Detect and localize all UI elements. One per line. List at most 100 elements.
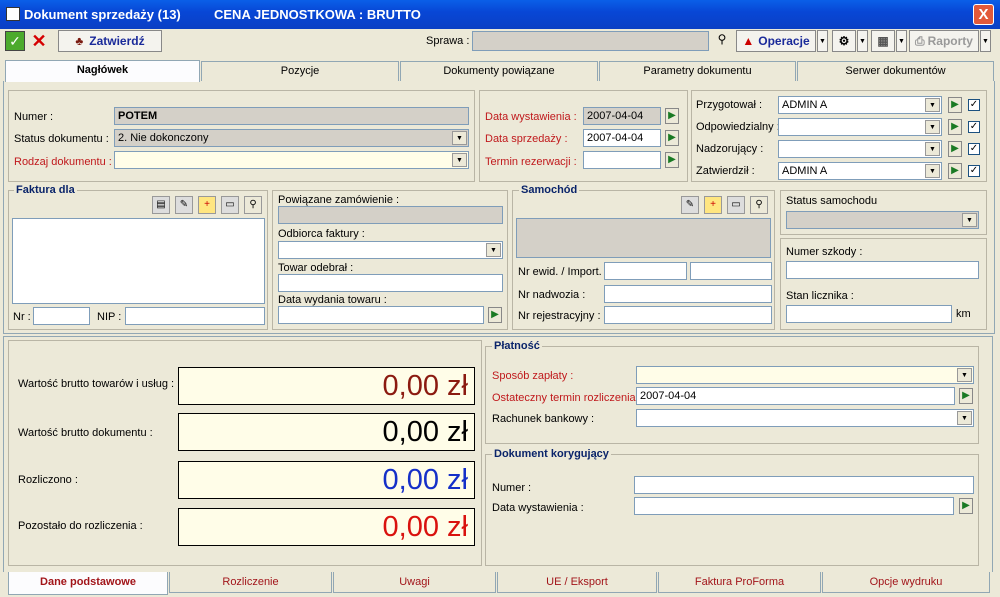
koryg-numer-label: Numer : [492,482,532,494]
tab-ue-eksport[interactable]: UE / Eksport [497,572,657,593]
tab-serwer[interactable]: Serwer dokumentów [797,61,994,81]
przygotowal-checkbox[interactable]: ✓ [968,99,980,111]
arrow-right-icon[interactable]: ▶ [959,388,973,404]
person-value: ADMIN A [782,165,828,177]
towar-field[interactable] [278,274,503,292]
arrow-right-icon[interactable]: ▶ [665,130,679,146]
km-label: km [956,308,971,320]
triangle-up-icon: ▲ [742,34,755,48]
licznik-label: Stan licznika : [786,290,854,302]
edit-icon[interactable]: ✎ [175,196,193,214]
arrow-right-icon[interactable]: ▶ [948,163,962,179]
title-bar: Dokument sprzedaży (13) CENA JEDNOSTKOWA… [0,0,1000,29]
zatwierdzil-checkbox[interactable]: ✓ [968,165,980,177]
nadzorujacy-select[interactable]: ▼ [778,140,942,158]
tab-uwagi[interactable]: Uwagi [333,572,496,593]
ewid-field[interactable] [604,262,687,280]
chevron-down-icon: ▼ [486,243,501,257]
data-wydania-field[interactable] [278,306,484,324]
gear-dropdown[interactable]: ▼ [857,30,868,52]
odpowiedzialny-select[interactable]: ▼ [778,118,942,136]
pozostalo-label: Pozostało do rozliczenia : [18,520,143,532]
arrow-right-icon[interactable]: ▶ [959,498,973,514]
sposob-label: Sposób zapłaty : [492,370,574,382]
rejestr-label: Nr rejestracyjny : [518,310,601,322]
add-icon[interactable]: + [198,196,216,214]
tab-faktura-proforma[interactable]: Faktura ProForma [658,572,821,593]
nadwozie-field[interactable] [604,285,772,303]
tab-rozliczenie[interactable]: Rozliczenie [169,572,332,593]
add-icon[interactable]: + [704,196,722,214]
tab-pozycje[interactable]: Pozycje [201,61,399,81]
operacje-button[interactable]: ▲ Operacje [736,30,816,52]
search-icon[interactable]: ⚲ [750,196,768,214]
rachunek-select[interactable]: ▼ [636,409,974,427]
check-icon[interactable]: ✓ [5,31,25,51]
open-icon[interactable]: ▭ [727,196,745,214]
edit-icon[interactable]: ✎ [681,196,699,214]
stamp-icon: ♣ [75,34,84,48]
faktura-list[interactable] [12,218,265,304]
tab-dokumenty[interactable]: Dokumenty powiązane [400,61,598,81]
arrow-right-icon[interactable]: ▶ [948,97,962,113]
tab-naglowek[interactable]: Nagłówek [5,60,200,82]
folder-icon[interactable]: ▤ [152,196,170,214]
samochod-field[interactable] [516,218,771,258]
koryg-data-field[interactable] [634,497,954,515]
status-select[interactable]: 2. Nie dokonczony ▼ [114,129,469,147]
odbiorca-select[interactable]: ▼ [278,241,503,259]
numer-field[interactable]: POTEM [114,107,469,125]
gear-icon[interactable]: ⚙ [832,30,856,52]
person-label: Nadzorujący : [696,143,764,155]
window-subtitle: CENA JEDNOSTKOWA : BRUTTO [214,7,421,22]
raporty-button[interactable]: ⎙ Raporty [909,30,979,52]
confirm-button[interactable]: ♣ Zatwierdź [58,30,162,52]
termin-field[interactable]: 2007-04-04 [636,387,955,405]
przygotowal-select[interactable]: ADMIN A ▼ [778,96,942,114]
search-icon[interactable]: ⚲ [712,32,732,50]
szkoda-field[interactable] [786,261,979,279]
arrow-right-icon[interactable]: ▶ [665,108,679,124]
zamowienie-field[interactable] [278,206,503,224]
arrow-right-icon[interactable]: ▶ [665,152,679,168]
raporty-label: Raporty [927,34,973,48]
arrow-right-icon[interactable]: ▶ [488,307,502,323]
koryg-data-label: Data wystawienia : [492,502,584,514]
rejestr-field[interactable] [604,306,772,324]
tab-opcje-wydruku[interactable]: Opcje wydruku [822,572,990,593]
tab-parametry[interactable]: Parametry dokumentu [599,61,796,81]
tab-dane-podstawowe[interactable]: Dane podstawowe [8,572,168,595]
koryg-numer-field[interactable] [634,476,974,494]
person-label: Odpowiedzialny : [696,121,780,133]
import-field[interactable] [690,262,772,280]
nip-field[interactable] [125,307,265,325]
status-sam-select[interactable]: ▼ [786,211,979,229]
rodzaj-select[interactable]: ▼ [114,151,469,169]
raporty-dropdown[interactable]: ▼ [980,30,991,52]
data-wyst-field[interactable]: 2007-04-04 [583,107,661,125]
chevron-down-icon: ▼ [925,142,940,156]
close-button[interactable]: X [973,4,994,25]
faktura-title: Faktura dla [14,184,77,196]
nadzorujacy-checkbox[interactable]: ✓ [968,143,980,155]
arrow-right-icon[interactable]: ▶ [948,119,962,135]
nr-field[interactable] [33,307,90,325]
operacje-dropdown[interactable]: ▼ [817,30,828,52]
open-icon[interactable]: ▭ [221,196,239,214]
palette-dropdown[interactable]: ▼ [896,30,907,52]
sposob-select[interactable]: ▼ [636,366,974,384]
arrow-right-icon[interactable]: ▶ [948,141,962,157]
termin-rez-field[interactable] [583,151,661,169]
cancel-icon[interactable]: ✕ [30,31,48,51]
search-icon[interactable]: ⚲ [244,196,262,214]
data-sprz-field[interactable]: 2007-04-04 [583,129,661,147]
palette-icon[interactable]: ▦ [871,30,895,52]
ewid-label: Nr ewid. / Import. [518,266,602,278]
app-icon [6,7,20,21]
licznik-field[interactable] [786,305,952,323]
odpowiedzialny-checkbox[interactable]: ✓ [968,121,980,133]
confirm-label: Zatwierdź [89,34,145,48]
sprawa-field[interactable] [472,31,709,51]
zatwierdzil-select[interactable]: ADMIN A ▼ [778,162,942,180]
nip-label: NIP : [97,311,122,323]
